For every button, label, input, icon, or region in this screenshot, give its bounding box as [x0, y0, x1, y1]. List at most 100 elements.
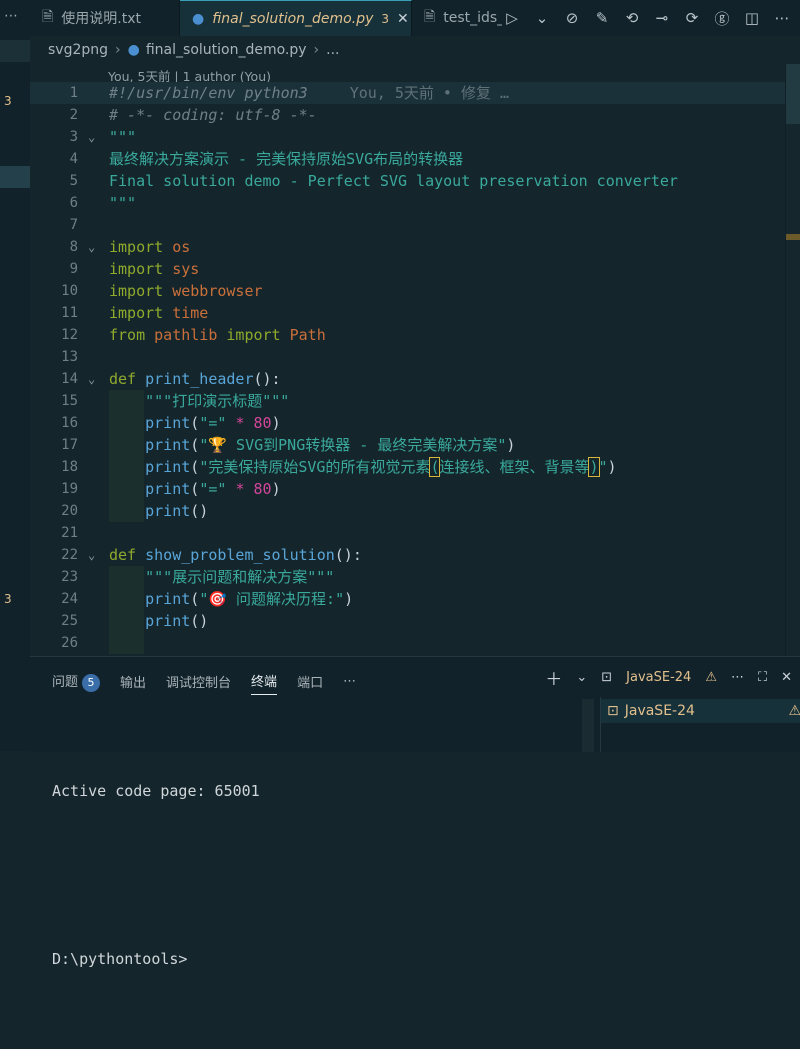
code-token: """打印演示标题""" — [145, 392, 290, 410]
code-line[interactable]: 17 print("🏆 SVG到PNG转换器 - 最终完美解决方案") — [30, 434, 800, 456]
code-line[interactable]: 2 # -*- coding: utf-8 -*- — [30, 104, 800, 126]
line-number: 19 — [61, 481, 78, 497]
code-line[interactable]: 12 from pathlib import Path — [30, 324, 800, 346]
more-icon[interactable]: ⋯ — [4, 8, 18, 24]
code-editor[interactable]: You, 5天前 | 1 author (You) 1 #!/usr/bin/en… — [30, 64, 800, 656]
more-icon[interactable]: ⋯ — [343, 674, 356, 689]
code-line[interactable]: 16 print("=" * 80) — [30, 412, 800, 434]
code-line[interactable]: 9 import sys — [30, 258, 800, 280]
line-number: 25 — [61, 613, 78, 629]
chevron-right-icon: › — [115, 42, 121, 58]
code-line[interactable]: 6 """ — [30, 192, 800, 214]
code-line[interactable]: 3 ⌄ """ — [30, 126, 800, 148]
tab-ports[interactable]: 端口 — [297, 672, 323, 691]
line-number: 5 — [69, 173, 78, 189]
editor-scrollbar[interactable] — [785, 64, 800, 656]
breadcrumb-more[interactable]: ... — [326, 42, 339, 58]
code-text: """ — [109, 126, 136, 148]
timeline-icon[interactable]: ⊸ — [652, 9, 672, 27]
code-line[interactable]: 11 import time — [30, 302, 800, 324]
code-line[interactable]: 8 ⌄ import os — [30, 236, 800, 258]
code-line[interactable]: 23 """展示问题和解决方案""" — [30, 566, 800, 588]
tab-final-solution-demo[interactable]: ● final_solution_demo.py 3 ✕ — [180, 0, 412, 36]
tab-usage-txt[interactable]: 🗎 使用说明.txt — [30, 0, 180, 36]
more-icon[interactable]: ⋯ — [731, 670, 744, 685]
code-token: """展示问题和解决方案""" — [145, 568, 335, 586]
split-editor-icon[interactable]: ◫ — [742, 9, 762, 27]
line-number: 24 — [61, 591, 78, 607]
code-text: print("🎯 问题解决历程:") — [109, 588, 353, 610]
breadcrumb-file[interactable]: final_solution_demo.py — [146, 42, 307, 58]
run-icon[interactable]: ▷ — [502, 9, 522, 27]
code-line[interactable]: 7 — [30, 214, 800, 236]
code-token: () — [190, 612, 209, 630]
code-line[interactable]: 19 print("=" * 80) — [30, 478, 800, 500]
code-token: from — [109, 326, 146, 344]
code-text: import time — [109, 302, 208, 324]
tab-debug-console[interactable]: 调试控制台 — [166, 672, 231, 691]
breadcrumb-folder[interactable]: svg2png — [48, 42, 108, 58]
fold-chevron-icon[interactable]: ⌄ — [88, 544, 95, 566]
maximize-panel-icon[interactable]: ⛶ — [758, 670, 767, 685]
side-highlight — [0, 40, 30, 62]
chevron-down-icon[interactable]: ⌄ — [576, 670, 587, 685]
code-line[interactable]: 25 print() — [30, 610, 800, 632]
code-token: show_problem_solution — [145, 546, 335, 564]
tab-problems[interactable]: 问题 5 — [52, 671, 101, 692]
line-number: 3 — [69, 129, 78, 145]
code-token: Path — [289, 326, 326, 344]
terminal-scrollbar[interactable] — [582, 699, 594, 752]
more-icon[interactable]: ⋯ — [772, 9, 792, 27]
side-badge: 3 — [4, 592, 12, 606]
inline-blame: You, 5天前 • 修复 … — [349, 84, 510, 102]
code-text: print("=" * 80) — [109, 478, 281, 500]
code-line[interactable]: 26 — [30, 632, 800, 654]
code-line[interactable]: 22 ⌄ def show_problem_solution(): — [30, 544, 800, 566]
code-token: 连接线、框架、背景等 — [439, 458, 590, 476]
code-token: ) — [271, 414, 281, 432]
code-line[interactable]: 4 最终解决方案演示 - 完美保持原始SVG布局的转换器 — [30, 148, 800, 170]
code-line[interactable]: 14 ⌄ def print_header(): — [30, 368, 800, 390]
tab-output[interactable]: 输出 — [120, 672, 146, 691]
code-token: ) — [271, 480, 281, 498]
code-token: print — [145, 414, 191, 432]
previous-change-icon[interactable]: ⟲ — [622, 9, 642, 27]
code-line[interactable]: 1 #!/usr/bin/env python3 You, 5天前 • 修复 … — [30, 82, 800, 104]
line-number: 26 — [61, 635, 78, 651]
editor-actions: ▷ ⌄ ⊘ ✎ ⟲ ⊸ ⟳ ⓖ ◫ ⋯ — [502, 0, 800, 36]
side-strip: ⋯ 3 3 — [0, 0, 31, 751]
close-icon[interactable]: ✕ — [781, 670, 792, 685]
file-text-icon: 🗎 — [424, 9, 436, 25]
terminal-name[interactable]: JavaSE-24 — [626, 670, 691, 685]
code-text: import webbrowser — [109, 280, 263, 302]
code-token: import — [109, 304, 164, 322]
code-token: time — [172, 304, 209, 322]
git-icon[interactable]: ⓖ — [712, 8, 732, 29]
tab-terminal[interactable]: 终端 — [251, 671, 278, 695]
code-line[interactable]: 13 — [30, 346, 800, 368]
code-line[interactable]: 5 Final solution demo - Perfect SVG layou… — [30, 170, 800, 192]
terminal-list-item[interactable]: ⊡ JavaSE-24 ⚠ — [601, 699, 800, 723]
code-line[interactable]: 18 print("完美保持原始SVG的所有视觉元素(连接线、框架、背景等)") — [30, 456, 800, 478]
add-terminal-icon[interactable]: ＋ — [545, 665, 562, 690]
code-line[interactable]: 20 print() — [30, 500, 800, 522]
fold-chevron-icon[interactable]: ⌄ — [88, 126, 95, 148]
indent-guide — [109, 632, 144, 654]
code-line[interactable]: 15 """打印演示标题""" — [30, 390, 800, 412]
code-line[interactable]: 21 — [30, 522, 800, 544]
line-number: 13 — [61, 349, 78, 365]
fold-chevron-icon[interactable]: ⌄ — [88, 236, 95, 258]
code-token: (): — [334, 546, 362, 564]
fold-chevron-icon[interactable]: ⌄ — [88, 368, 95, 390]
chevron-down-icon[interactable]: ⌄ — [532, 9, 552, 27]
code-line[interactable]: 24 print("🎯 问题解决历程:") — [30, 588, 800, 610]
edit-icon[interactable]: ✎ — [592, 9, 612, 27]
code-token: print — [145, 480, 191, 498]
terminal-output[interactable]: Active code page: 65001 D:\pythontools> — [52, 701, 260, 1049]
next-change-icon[interactable]: ⟳ — [682, 9, 702, 27]
close-icon[interactable]: ✕ — [397, 11, 409, 27]
code-line[interactable]: 10 import webbrowser — [30, 280, 800, 302]
eye-off-icon[interactable]: ⊘ — [562, 9, 582, 27]
